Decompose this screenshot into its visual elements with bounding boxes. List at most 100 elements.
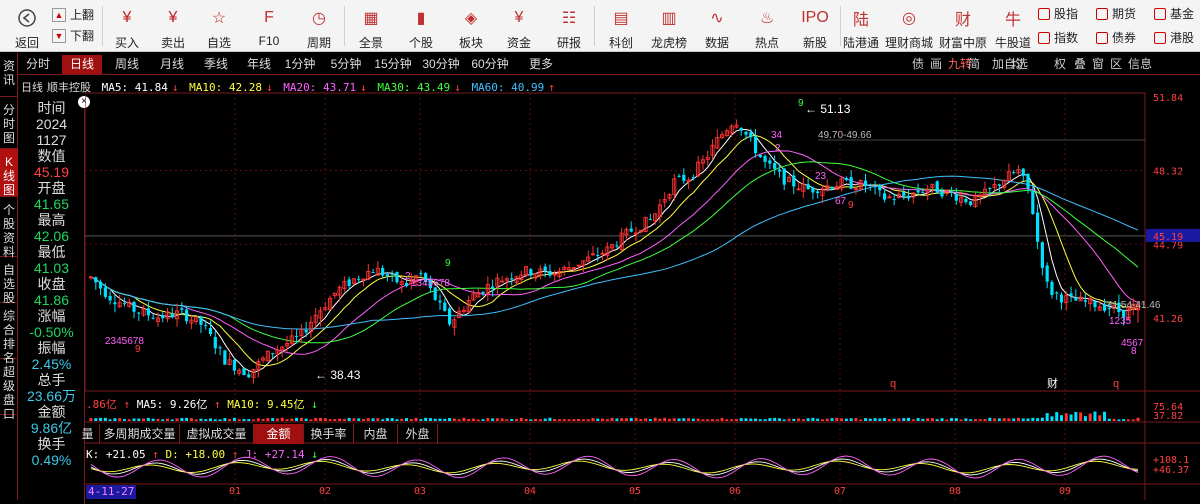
volume-bar bbox=[959, 419, 963, 421]
vnav-intraday[interactable]: 分时图 bbox=[0, 97, 18, 149]
stock-button[interactable]: ▮ 个股 bbox=[398, 0, 444, 52]
tool-range[interactable]: 区 bbox=[1110, 55, 1122, 72]
research-button[interactable]: ☷ 研报 bbox=[546, 0, 592, 52]
indicator-tab-virtual-volume[interactable]: 虚拟成交量 bbox=[180, 424, 254, 444]
f10-button[interactable]: F F10 bbox=[246, 0, 292, 52]
candle-body bbox=[1050, 281, 1054, 295]
tab-15min[interactable]: 15分钟 bbox=[370, 55, 416, 74]
dragon-tiger-button[interactable]: ▥ 龙虎榜 bbox=[646, 0, 692, 52]
vnav-super-book[interactable]: 超级盘口 bbox=[0, 359, 18, 421]
chart-icon bbox=[1154, 7, 1166, 20]
panorama-button[interactable]: ▦ 全景 bbox=[348, 0, 394, 52]
page-up-button[interactable]: ▲ 上翻 bbox=[52, 4, 100, 25]
volume-bar bbox=[275, 418, 279, 421]
tab-60min[interactable]: 60分钟 bbox=[466, 55, 514, 74]
vnav-ranking[interactable]: 综合排名 bbox=[0, 303, 18, 365]
volume-bar bbox=[1131, 419, 1135, 421]
volume-bar bbox=[873, 418, 877, 421]
tab-monthly[interactable]: 月线 bbox=[152, 55, 192, 74]
index-link[interactable]: 指数 bbox=[1038, 29, 1078, 46]
volume-bar bbox=[295, 417, 299, 421]
indicator-tab-amount[interactable]: 金额 bbox=[254, 424, 304, 444]
candle-body bbox=[739, 127, 743, 131]
wealth-mall-button[interactable]: ◎ 理财商城 bbox=[885, 0, 933, 52]
index-futures-link[interactable]: 股指 bbox=[1038, 5, 1078, 22]
tool-window[interactable]: 窗 bbox=[1092, 55, 1104, 72]
buy-button[interactable]: ¥ 买入 bbox=[104, 0, 150, 52]
candle-body bbox=[113, 302, 117, 305]
tool-draw[interactable]: 画 bbox=[930, 55, 942, 72]
niugudao-icon: 牛 bbox=[1004, 12, 1021, 29]
f10-icon: F bbox=[264, 9, 274, 26]
volume-bar bbox=[1040, 417, 1044, 421]
candle-body bbox=[763, 156, 767, 162]
ipo-button[interactable]: IPO 新股 bbox=[792, 0, 838, 52]
tab-daily[interactable]: 日线 bbox=[62, 55, 102, 74]
watchlist-button[interactable]: ☆ 自选 bbox=[196, 0, 242, 52]
candle-body bbox=[481, 291, 485, 294]
hotspot-button[interactable]: ♨ 热点 bbox=[744, 0, 790, 52]
indicator-tab-inner[interactable]: 内盘 bbox=[354, 424, 398, 444]
candle-body bbox=[438, 300, 442, 303]
tab-weekly[interactable]: 周线 bbox=[106, 55, 148, 74]
month-label: 07 bbox=[834, 486, 846, 497]
volume-bar bbox=[543, 418, 547, 421]
tab-more[interactable]: 更多 bbox=[518, 55, 564, 74]
niugudao-button[interactable]: 牛牛股道 bbox=[990, 0, 1036, 52]
capital-button[interactable]: ¥ 资金 bbox=[496, 0, 542, 52]
candle-body bbox=[806, 184, 810, 190]
tab-yearly[interactable]: 年线 bbox=[240, 55, 278, 74]
volume-bar bbox=[538, 419, 542, 421]
volume-bar bbox=[1021, 418, 1025, 421]
page-down-button[interactable]: ▼ 下翻 bbox=[52, 25, 100, 46]
tool-info[interactable]: 信息 bbox=[1128, 55, 1152, 72]
volume-bar bbox=[514, 419, 518, 421]
volume-bar bbox=[859, 419, 863, 421]
star-market-button[interactable]: ▤ 科创 bbox=[598, 0, 644, 52]
sell-button[interactable]: ¥ 卖出 bbox=[150, 0, 196, 52]
tool-overlay[interactable]: 叠 bbox=[1074, 55, 1086, 72]
tab-quarterly[interactable]: 季线 bbox=[196, 55, 236, 74]
indicator-tab-outer[interactable]: 外盘 bbox=[398, 424, 438, 444]
back-button[interactable]: 返回 bbox=[4, 0, 50, 52]
volume-bar bbox=[510, 419, 514, 421]
volume-bar bbox=[964, 418, 968, 421]
tool-avg[interactable]: 均 bbox=[1011, 55, 1023, 72]
hotspot-icon: ♨ bbox=[759, 10, 775, 27]
vnav-watchlist[interactable]: 自选股 bbox=[0, 257, 18, 305]
indicator-tab-multi-period-volume[interactable]: 多周期成交量 bbox=[100, 424, 180, 444]
data-icon: ∿ bbox=[710, 10, 724, 27]
sector-button[interactable]: ◈ 板块 bbox=[448, 0, 494, 52]
hk-stock-link[interactable]: 港股 bbox=[1154, 29, 1194, 46]
data-button[interactable]: ∿ 数据 bbox=[694, 0, 740, 52]
tool-rights[interactable]: 权 bbox=[1054, 55, 1066, 72]
volume-bar bbox=[376, 418, 380, 421]
tab-5min[interactable]: 5分钟 bbox=[324, 55, 368, 74]
vnav-news[interactable]: 资讯 bbox=[0, 53, 18, 97]
volume-bar bbox=[558, 419, 562, 421]
volume-bar bbox=[1045, 413, 1049, 421]
candle-body bbox=[122, 303, 127, 305]
hk-connect-button[interactable]: 陆陆港通 bbox=[838, 0, 884, 52]
candle-body bbox=[208, 328, 213, 335]
volume-bar bbox=[151, 418, 155, 421]
wealth-zy-button[interactable]: 财财富中原 bbox=[939, 0, 987, 52]
tool-simple[interactable]: 简 bbox=[968, 55, 980, 72]
indicator-tab-volume[interactable]: 量 bbox=[76, 424, 100, 444]
tab-30min[interactable]: 30分钟 bbox=[418, 55, 464, 74]
tool-bond[interactable]: 债 bbox=[912, 55, 924, 72]
tab-1min[interactable]: 1分钟 bbox=[278, 55, 322, 74]
fund-link[interactable]: 基金 bbox=[1154, 5, 1194, 22]
wealth-zy-icon: 财 bbox=[954, 12, 971, 29]
indicator-tab-turnover[interactable]: 换手率 bbox=[304, 424, 354, 444]
period-button[interactable]: ◷ 周期 bbox=[296, 0, 342, 52]
vnav-profile[interactable]: 个股资料 bbox=[0, 197, 18, 259]
volume-bar bbox=[290, 418, 294, 421]
volume-bar bbox=[806, 418, 810, 421]
tab-intraday[interactable]: 分时 bbox=[18, 55, 58, 74]
candle-body bbox=[347, 279, 351, 286]
volume-bar bbox=[318, 417, 322, 421]
futures-link[interactable]: 期货 bbox=[1096, 5, 1136, 22]
bond-link[interactable]: 债券 bbox=[1096, 29, 1136, 46]
vnav-kline[interactable]: K线图 bbox=[0, 149, 18, 197]
